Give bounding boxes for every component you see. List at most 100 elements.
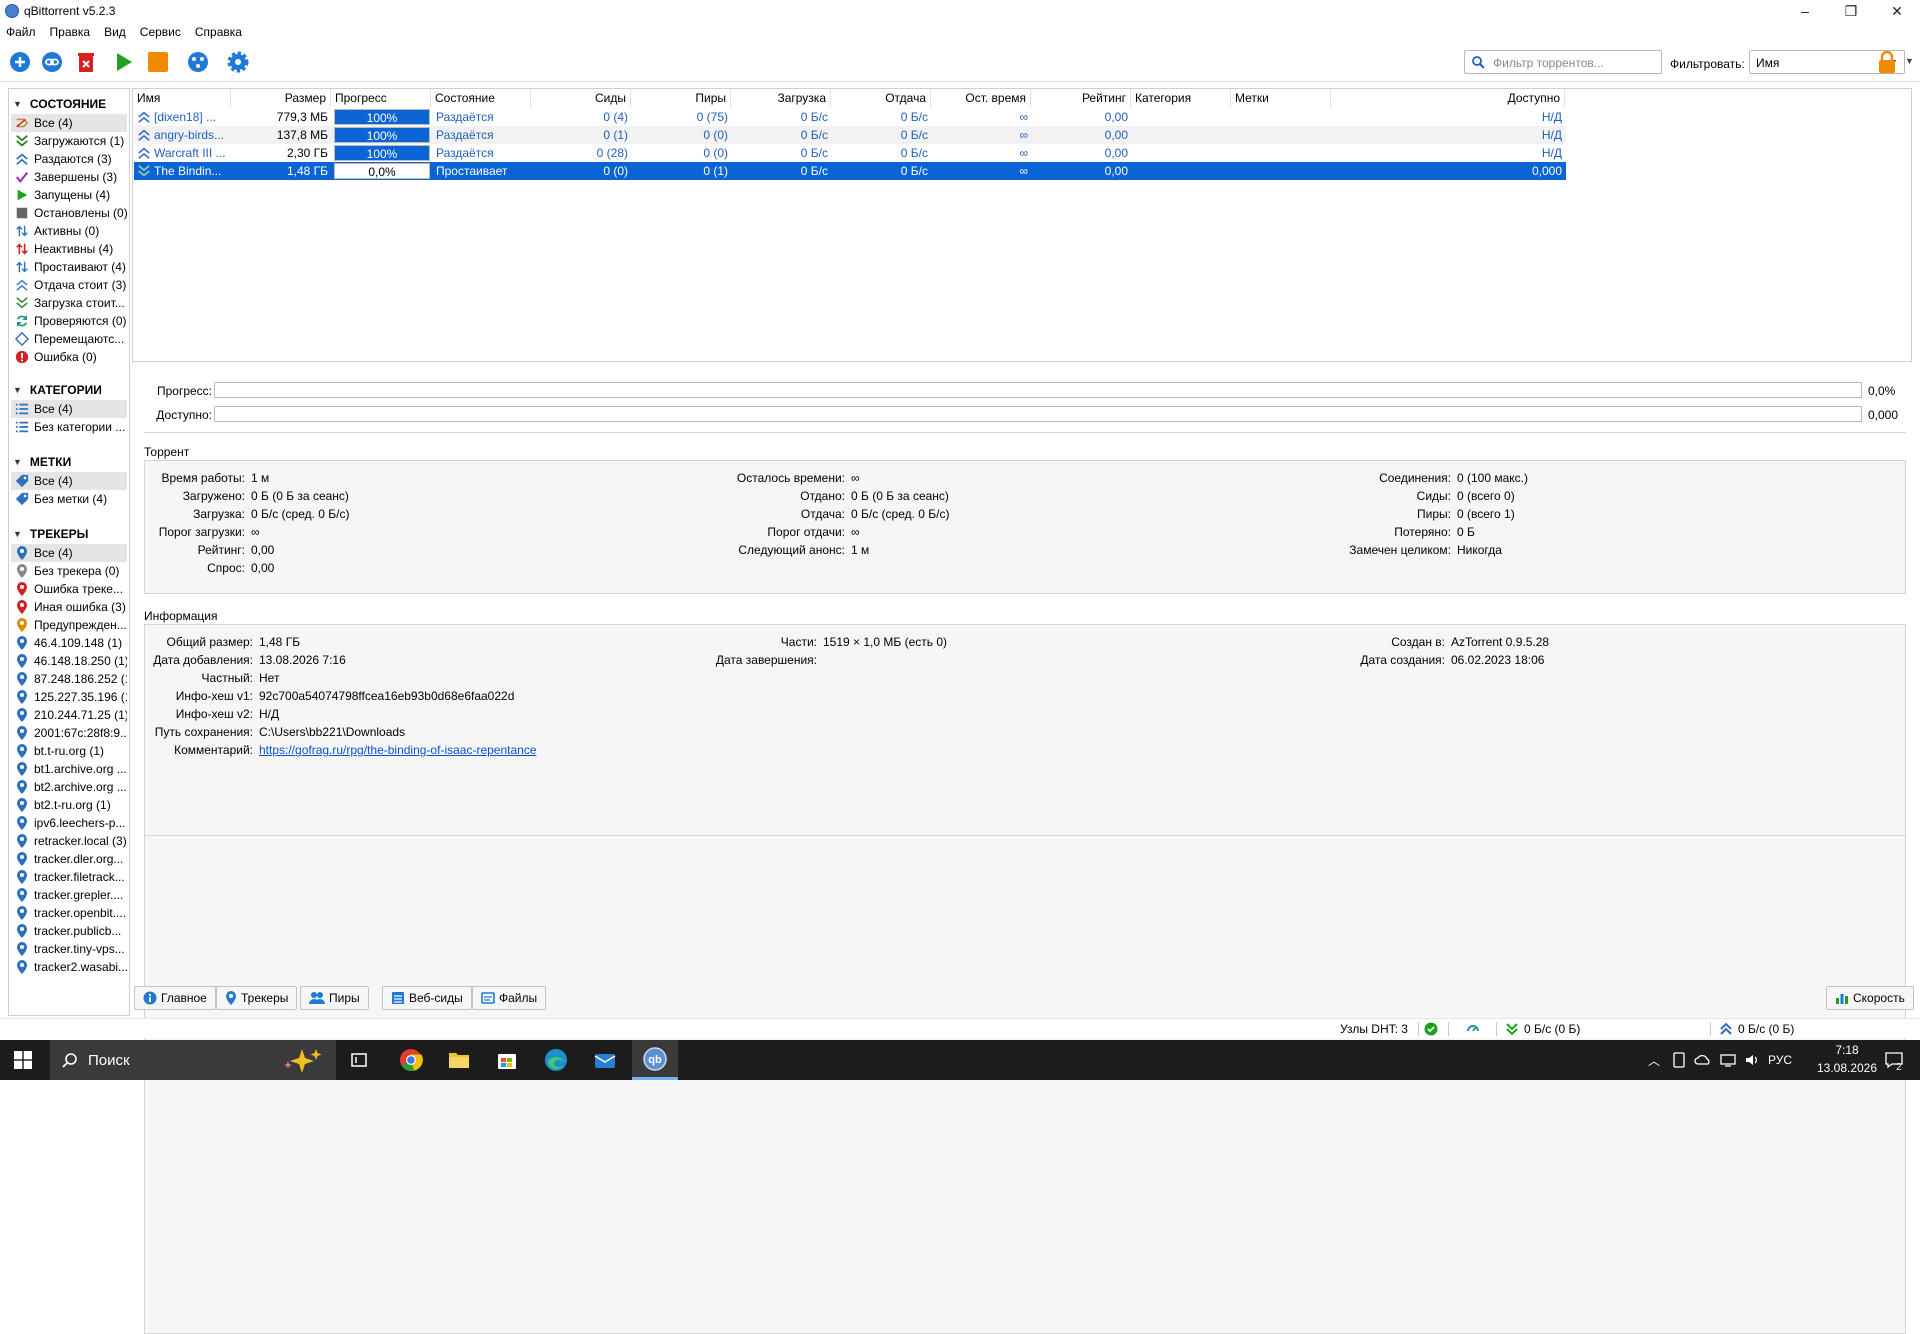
menu-edit[interactable]: Правка — [50, 25, 91, 39]
mail-button[interactable] — [582, 1040, 628, 1080]
sidebar-item[interactable]: tracker.dler.org... — [11, 850, 127, 868]
lock-menu-chevron-icon[interactable]: ▼ — [1905, 56, 1914, 66]
torrent-filter-input[interactable]: Фильтр торрентов... — [1464, 50, 1662, 74]
sidebar-item[interactable]: bt2.archive.org ... — [11, 778, 127, 796]
column-header[interactable]: Сиды — [531, 89, 631, 107]
volume-icon[interactable] — [1744, 1052, 1760, 1068]
column-header[interactable]: Прогресс — [331, 89, 431, 107]
sidebar-item[interactable]: Запущены (4) — [11, 186, 127, 204]
close-button[interactable]: ✕ — [1874, 0, 1920, 22]
tab-trackers[interactable]: Трекеры — [216, 986, 298, 1010]
sidebar-item[interactable]: tracker.openbit.... — [11, 904, 127, 922]
stop-button[interactable] — [146, 50, 170, 74]
menu-tools[interactable]: Сервис — [140, 25, 181, 39]
column-header[interactable]: Состояние — [431, 89, 531, 107]
torrent-row[interactable]: The Bindin... 1,48 ГБ 0,0% Простаивает 0 (0)… — [134, 162, 1566, 180]
options-webui-button[interactable] — [186, 50, 210, 74]
column-header[interactable]: Загрузка — [731, 89, 831, 107]
taskbar-search-box[interactable]: Поиск — [50, 1040, 336, 1080]
sidebar-item[interactable]: bt2.t-ru.org (1) — [11, 796, 127, 814]
maximize-button[interactable]: ❐ — [1828, 0, 1874, 22]
trackers-section-header[interactable]: ▼ ТРЕКЕРЫ — [13, 527, 88, 541]
task-view-button[interactable] — [336, 1040, 382, 1080]
torrent-row[interactable]: Warcraft III ... 2,30 ГБ 100% Раздаётся 0 (2… — [134, 144, 1566, 162]
column-header[interactable]: Категория — [1131, 89, 1231, 107]
sidebar-item[interactable]: 46.4.109.148 (1) — [11, 634, 127, 652]
qbittorrent-taskbar-button[interactable]: qb — [632, 1040, 678, 1080]
torrent-row[interactable]: [dixen18] ... 779,3 МБ 100% Раздаётся 0 (4) 0… — [134, 108, 1566, 126]
tags-section-header[interactable]: ▼ МЕТКИ — [13, 455, 71, 469]
menu-view[interactable]: Вид — [104, 25, 126, 39]
tab-general[interactable]: Главное — [134, 986, 216, 1010]
sidebar-item[interactable]: tracker.tiny-vps... — [11, 940, 127, 958]
sidebar-item[interactable]: Завершены (3) — [11, 168, 127, 186]
column-header[interactable]: Пиры — [631, 89, 731, 107]
status-section-header[interactable]: ▼ СОСТОЯНИЕ — [13, 97, 106, 111]
onedrive-icon[interactable] — [1694, 1052, 1712, 1068]
torrent-row[interactable]: angry-birds... 137,8 МБ 100% Раздаётся 0 (1)… — [134, 126, 1566, 144]
tab-files[interactable]: Файлы — [472, 986, 547, 1010]
edge-button[interactable] — [533, 1040, 579, 1080]
sidebar-item[interactable]: 2001:67c:28f8:9... — [11, 724, 127, 742]
network-tray-icon[interactable] — [1720, 1052, 1736, 1068]
sidebar-item[interactable]: Раздаются (3) — [11, 150, 127, 168]
sidebar-item[interactable]: Остановлены (0) — [11, 204, 127, 222]
sidebar-item[interactable]: 125.227.35.196 (1) — [11, 688, 127, 706]
column-header[interactable]: Ост. время — [931, 89, 1031, 107]
lock-icon[interactable] — [1877, 50, 1897, 74]
sidebar-item[interactable]: Отдача стоит (3) — [11, 276, 127, 294]
sidebar-item[interactable]: Загружаются (1) — [11, 132, 127, 150]
add-torrent-button[interactable] — [8, 50, 32, 74]
sidebar-item[interactable]: Активны (0) — [11, 222, 127, 240]
menu-file[interactable]: Файл — [6, 25, 36, 39]
store-button[interactable] — [484, 1040, 530, 1080]
sidebar-item[interactable]: 210.244.71.25 (1) — [11, 706, 127, 724]
sidebar-item[interactable]: Все (4) — [11, 400, 127, 418]
sidebar-item[interactable]: bt.t-ru.org (1) — [11, 742, 127, 760]
sidebar-item[interactable]: Без метки (4) — [11, 490, 127, 508]
alt-speed-icon[interactable] — [1466, 1022, 1480, 1036]
sidebar-item[interactable]: Без категории ... — [11, 418, 127, 436]
sidebar-item[interactable]: Простаивают (4) — [11, 258, 127, 276]
sidebar-item[interactable]: Все (4) — [11, 114, 127, 132]
add-link-button[interactable] — [40, 50, 64, 74]
sidebar-item[interactable]: Неактивны (4) — [11, 240, 127, 258]
connection-ok-icon[interactable] — [1424, 1022, 1438, 1036]
sidebar-item[interactable]: 46.148.18.250 (1) — [11, 652, 127, 670]
sidebar-item[interactable]: tracker.filetrack... — [11, 868, 127, 886]
settings-button[interactable] — [226, 50, 250, 74]
categories-section-header[interactable]: ▼ КАТЕГОРИИ — [13, 383, 102, 397]
start-button[interactable] — [112, 50, 136, 74]
menu-help[interactable]: Справка — [195, 25, 242, 39]
tray-chevron-icon[interactable]: ︿ — [1648, 1052, 1660, 1069]
column-header[interactable]: Размер — [231, 89, 331, 107]
sidebar-item[interactable]: tracker2.wasabi... — [11, 958, 127, 976]
column-header[interactable]: Имя — [133, 89, 231, 107]
sidebar-item[interactable]: Без трекера (0) — [11, 562, 127, 580]
sidebar-item[interactable]: tracker.publicb... — [11, 922, 127, 940]
sidebar-item[interactable]: tracker.grepler.... — [11, 886, 127, 904]
tab-webseeds[interactable]: Веб-сиды — [382, 986, 472, 1010]
minimize-button[interactable]: – — [1782, 0, 1828, 22]
tray-device-icon[interactable] — [1672, 1052, 1686, 1068]
sidebar-item[interactable]: Все (4) — [11, 544, 127, 562]
sidebar-item[interactable]: ipv6.leechers-p... — [11, 814, 127, 832]
sidebar-item[interactable]: Иная ошибка (3) — [11, 598, 127, 616]
sidebar-item[interactable]: Проверяются (0) — [11, 312, 127, 330]
column-header[interactable]: Рейтинг — [1031, 89, 1131, 107]
clock-date[interactable]: 13.08.2026 — [1812, 1061, 1882, 1075]
column-header[interactable]: Отдача — [831, 89, 931, 107]
clock-time[interactable]: 7:18 — [1818, 1043, 1876, 1057]
sidebar-item[interactable]: Предупрежден... — [11, 616, 127, 634]
tab-peers[interactable]: Пиры — [300, 986, 369, 1010]
torrent-list[interactable]: Имя Размер Прогресс Состояние Сиды Пиры Загруз… — [132, 88, 1912, 362]
comment-link[interactable]: https://gofrag.ru/rpg/the-binding-of-isa… — [259, 743, 537, 757]
sidebar-item[interactable]: 87.248.186.252 (1) — [11, 670, 127, 688]
explorer-button[interactable] — [436, 1040, 482, 1080]
language-indicator[interactable]: РУС — [1768, 1053, 1792, 1067]
delete-button[interactable] — [74, 50, 98, 74]
sidebar-item[interactable]: Ошибка (0) — [11, 348, 127, 366]
speed-tab[interactable]: Скорость — [1826, 986, 1914, 1010]
column-header[interactable]: Доступно — [1331, 89, 1565, 107]
sidebar-item[interactable]: bt1.archive.org ... — [11, 760, 127, 778]
